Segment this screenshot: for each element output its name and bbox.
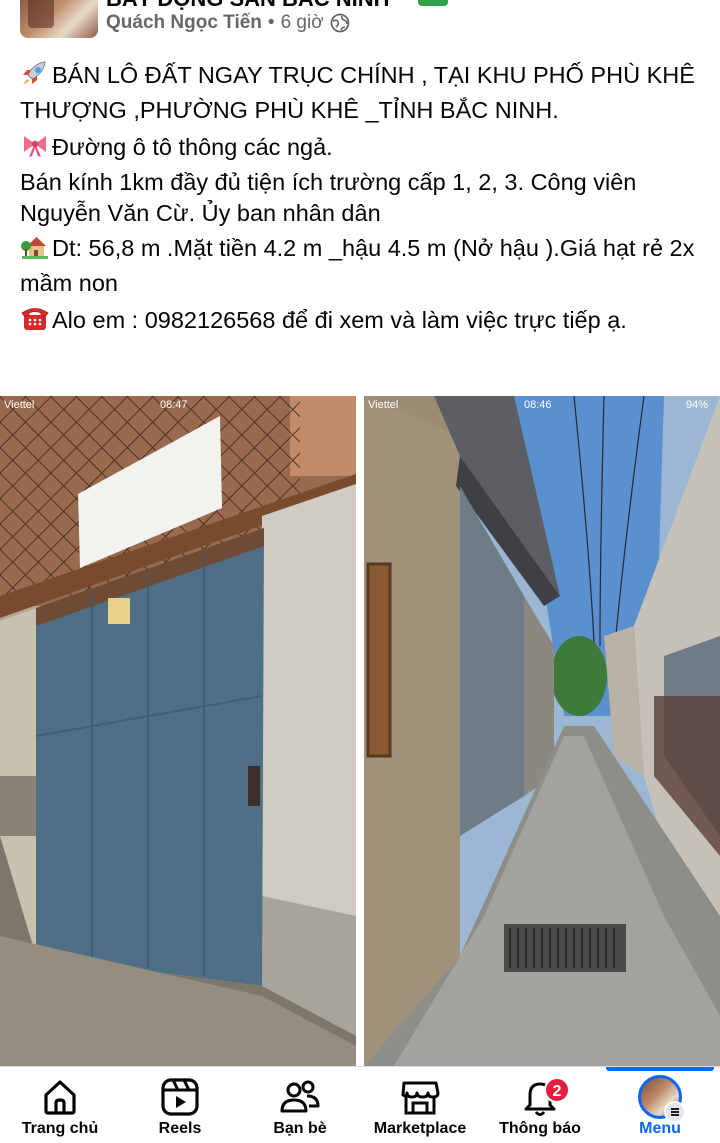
hamburger-lines bbox=[671, 1108, 679, 1116]
telephone-icon bbox=[21, 308, 49, 330]
post-paragraph: Đường ô tô thông các ngả. bbox=[20, 130, 710, 165]
status-strip: Viettel 08:46 94% bbox=[364, 396, 720, 416]
reels-icon bbox=[161, 1078, 199, 1116]
paragraph-text: Alo em : 0982126568 để đi xem và làm việ… bbox=[52, 307, 627, 333]
post-text: BÁN LÔ ĐẤT NGAY TRỤC CHÍNH , TẠI KHU PHỐ… bbox=[20, 58, 710, 340]
post-meta: Quách Ngọc Tiến • 6 giờ bbox=[106, 12, 350, 34]
meta-separator: • bbox=[267, 12, 275, 33]
post-paragraph: Dt: 56,8 m .Mặt tiền 4.2 m _hậu 4.5 m (N… bbox=[20, 231, 710, 301]
tab-label: Bạn bè bbox=[273, 1120, 327, 1137]
photo-gate[interactable]: Viettel 08:47 bbox=[0, 396, 356, 1066]
clock-text: 08:47 bbox=[160, 399, 188, 411]
marketplace-icon bbox=[401, 1081, 440, 1115]
home-icon bbox=[44, 1080, 76, 1115]
post-paragraph: Bán kính 1km đầy đủ tiện ích trường cấp … bbox=[20, 167, 710, 229]
tab-menu[interactable]: Menu bbox=[600, 1067, 720, 1143]
group-badge-icon bbox=[418, 0, 448, 6]
tab-label: Reels bbox=[158, 1120, 202, 1137]
paragraph-text: Dt: 56,8 m .Mặt tiền 4.2 m _hậu 4.5 m (N… bbox=[20, 235, 695, 296]
photo-alley-image bbox=[364, 396, 720, 1066]
post-paragraph: Alo em : 0982126568 để đi xem và làm việ… bbox=[20, 303, 710, 338]
tab-label: Marketplace bbox=[373, 1120, 467, 1137]
tab-label: Trang chủ bbox=[21, 1120, 99, 1137]
tab-home[interactable]: Trang chủ bbox=[0, 1067, 120, 1143]
ribbon-icon bbox=[24, 136, 46, 157]
author-name[interactable]: Quách Ngọc Tiến bbox=[106, 12, 262, 34]
carrier-text: Viettel bbox=[4, 399, 35, 411]
friends-icon bbox=[280, 1080, 320, 1113]
bottom-tab-bar: Trang chủ Reels Bạn bè Marketplace 2 Thô… bbox=[0, 1066, 720, 1143]
notification-badge: 2 bbox=[544, 1077, 570, 1103]
rocket-icon bbox=[23, 61, 46, 85]
globe-icon bbox=[330, 13, 350, 33]
tab-marketplace[interactable]: Marketplace bbox=[360, 1067, 480, 1143]
clock-text: 08:46 bbox=[524, 399, 552, 411]
paragraph-text: BÁN LÔ ĐẤT NGAY TRỤC CHÍNH , TẠI KHU PHỐ… bbox=[20, 62, 695, 123]
tab-label: Thông báo bbox=[499, 1120, 581, 1137]
tab-notifications[interactable]: 2 Thông báo bbox=[480, 1067, 600, 1143]
menu-hamburger-bg bbox=[666, 1103, 684, 1121]
post-paragraph: BÁN LÔ ĐẤT NGAY TRỤC CHÍNH , TẠI KHU PHỐ… bbox=[20, 58, 710, 128]
carrier-text: Viettel bbox=[368, 399, 399, 411]
photo-alley[interactable]: Viettel 08:46 94% bbox=[364, 396, 720, 1066]
post-time[interactable]: 6 giờ bbox=[281, 12, 324, 34]
paragraph-text: Đường ô tô thông các ngả. bbox=[52, 134, 333, 160]
photo-gate-image bbox=[0, 396, 356, 1066]
group-avatar[interactable] bbox=[20, 0, 98, 38]
post-header: BẤT ĐỘNG SẢN BẮC NINH Quách Ngọc Tiến • … bbox=[0, 0, 720, 44]
house-garden-icon bbox=[21, 237, 48, 259]
group-name[interactable]: BẤT ĐỘNG SẢN BẮC NINH bbox=[106, 0, 390, 12]
tab-reels[interactable]: Reels bbox=[120, 1067, 240, 1143]
photo-grid: Viettel 08:47 Viettel 08:46 94% bbox=[0, 396, 720, 1066]
paragraph-text: Bán kính 1km đầy đủ tiện ích trường cấp … bbox=[20, 169, 637, 226]
menu-avatar-icon bbox=[638, 1075, 686, 1123]
battery-text: 94% bbox=[686, 399, 709, 411]
tab-friends[interactable]: Bạn bè bbox=[240, 1067, 360, 1143]
tab-label: Menu bbox=[639, 1120, 681, 1137]
status-strip: Viettel 08:47 bbox=[0, 396, 356, 416]
